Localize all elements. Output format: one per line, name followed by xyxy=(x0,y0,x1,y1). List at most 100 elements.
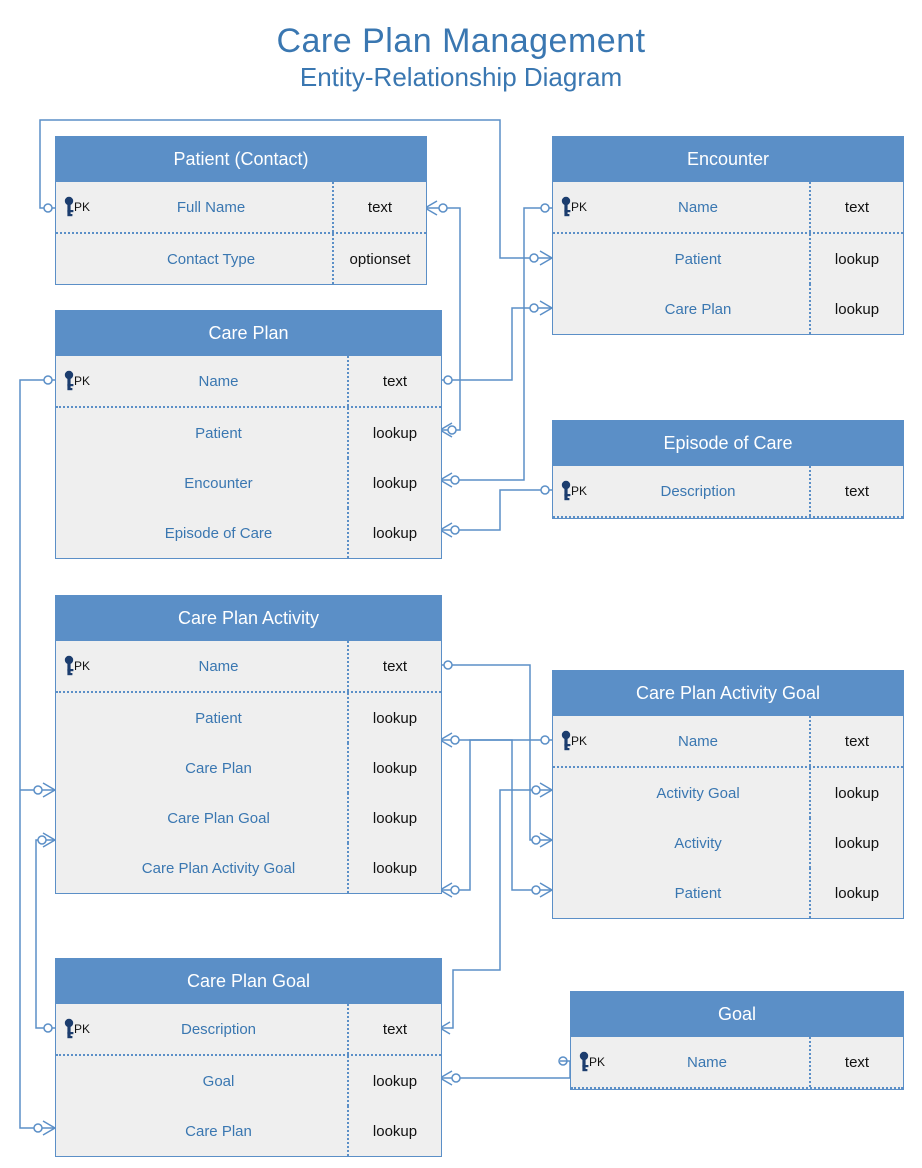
entity-row: Care Planlookup xyxy=(56,743,441,793)
field-name: Care Plan Activity Goal xyxy=(98,860,347,877)
field-name: Patient xyxy=(595,251,809,268)
pk-cell: PK xyxy=(56,641,98,691)
pk-cell xyxy=(56,508,98,558)
pk-cell xyxy=(553,868,595,918)
field-type: lookup xyxy=(347,1056,441,1106)
entity-row: Patientlookup xyxy=(56,693,441,743)
pk-label: PK xyxy=(589,1055,605,1069)
pk-cell xyxy=(553,768,595,818)
field-type: text xyxy=(332,182,426,232)
pk-cell xyxy=(56,1056,98,1106)
pk-cell: PK xyxy=(553,716,595,766)
entity-header: Care Plan Goal xyxy=(56,959,441,1004)
entity-row: Care Plan Activity Goallookup xyxy=(56,843,441,893)
diagram-subtitle: Entity-Relationship Diagram xyxy=(0,62,922,93)
field-name: Name xyxy=(98,658,347,675)
field-type: lookup xyxy=(809,768,903,818)
pk-label: PK xyxy=(74,200,90,214)
diagram-title: Care Plan Management xyxy=(0,22,922,61)
field-type: optionset xyxy=(332,234,426,284)
field-name: Name xyxy=(613,1054,809,1071)
entity-row: Activitylookup xyxy=(553,818,903,868)
entity-careplan: Care PlanPKNametextPatientlookupEncounte… xyxy=(55,310,442,559)
entity-activitygoal: Care Plan Activity GoalPKNametextActivit… xyxy=(552,670,904,919)
field-name: Contact Type xyxy=(98,251,332,268)
field-type: text xyxy=(809,1037,903,1087)
pk-cell: PK xyxy=(571,1037,613,1087)
pk-label: PK xyxy=(74,659,90,673)
field-type: lookup xyxy=(347,843,441,893)
entity-row: Care Planlookup xyxy=(56,1106,441,1156)
pk-cell xyxy=(56,408,98,458)
pk-cell: PK xyxy=(553,182,595,232)
field-name: Episode of Care xyxy=(98,525,347,542)
entity-header: Episode of Care xyxy=(553,421,903,466)
entity-header: Care Plan Activity xyxy=(56,596,441,641)
field-name: Description xyxy=(98,1021,347,1038)
entity-header: Patient (Contact) xyxy=(56,137,426,182)
entity-row: PKFull Nametext xyxy=(56,182,426,234)
field-type: text xyxy=(347,641,441,691)
pk-label: PK xyxy=(571,200,587,214)
field-name: Patient xyxy=(595,885,809,902)
entity-row: Episode of Carelookup xyxy=(56,508,441,558)
pk-cell: PK xyxy=(56,182,98,232)
field-name: Goal xyxy=(98,1073,347,1090)
entity-row: Patientlookup xyxy=(553,234,903,284)
pk-label: PK xyxy=(74,1022,90,1036)
field-type: text xyxy=(347,356,441,406)
entity-header: Goal xyxy=(571,992,903,1037)
field-name: Activity xyxy=(595,835,809,852)
field-type: lookup xyxy=(809,818,903,868)
field-type: lookup xyxy=(809,284,903,334)
field-type: lookup xyxy=(347,508,441,558)
field-type: lookup xyxy=(347,743,441,793)
entity-row: Contact Typeoptionset xyxy=(56,234,426,284)
pk-cell xyxy=(553,284,595,334)
entity-episode: Episode of Care PK Descriptiontext xyxy=(552,420,904,519)
entity-row: Care Planlookup xyxy=(553,284,903,334)
entity-goal: Goal PK Nametext xyxy=(570,991,904,1090)
pk-cell: PK xyxy=(56,356,98,406)
entity-row: PK Descriptiontext xyxy=(56,1004,441,1056)
pk-cell: PK xyxy=(553,466,595,516)
entity-row: Activity Goallookup xyxy=(553,768,903,818)
field-name: Care Plan xyxy=(595,301,809,318)
entity-row: PK Nametext xyxy=(56,641,441,693)
entity-row: PKNametext xyxy=(56,356,441,408)
field-name: Name xyxy=(98,373,347,390)
entity-activity: Care Plan ActivityPKNametextPatientlooku… xyxy=(55,595,442,894)
field-name: Description xyxy=(595,483,809,500)
field-type: lookup xyxy=(347,693,441,743)
field-name: Activity Goal xyxy=(595,785,809,802)
field-name: Name xyxy=(595,199,809,216)
entity-careplangoal: Care Plan Goal PK Descriptiontext Goallooku… xyxy=(55,958,442,1157)
field-type: lookup xyxy=(347,793,441,843)
field-name: Care Plan xyxy=(98,760,347,777)
field-name: Care Plan xyxy=(98,1123,347,1140)
pk-cell xyxy=(56,234,98,284)
entity-row: Patientlookup xyxy=(56,408,441,458)
field-name: Patient xyxy=(98,710,347,727)
field-type: lookup xyxy=(809,868,903,918)
field-name: Name xyxy=(595,733,809,750)
entity-row: PK Nametext xyxy=(553,182,903,234)
pk-cell xyxy=(56,843,98,893)
entity-header: Care Plan Activity Goal xyxy=(553,671,903,716)
field-type: text xyxy=(809,182,903,232)
entity-header: Care Plan xyxy=(56,311,441,356)
field-type: text xyxy=(809,716,903,766)
field-type: lookup xyxy=(347,458,441,508)
pk-cell xyxy=(553,234,595,284)
pk-cell xyxy=(56,693,98,743)
field-type: text xyxy=(809,466,903,516)
field-type: lookup xyxy=(347,1106,441,1156)
field-type: lookup xyxy=(809,234,903,284)
entity-patient: Patient (Contact)PKFull NametextContact … xyxy=(55,136,427,285)
pk-cell xyxy=(56,1106,98,1156)
field-type: text xyxy=(347,1004,441,1054)
pk-label: PK xyxy=(571,484,587,498)
entity-row: Patientlookup xyxy=(553,868,903,918)
pk-cell: PK xyxy=(56,1004,98,1054)
entity-row: Encounterlookup xyxy=(56,458,441,508)
